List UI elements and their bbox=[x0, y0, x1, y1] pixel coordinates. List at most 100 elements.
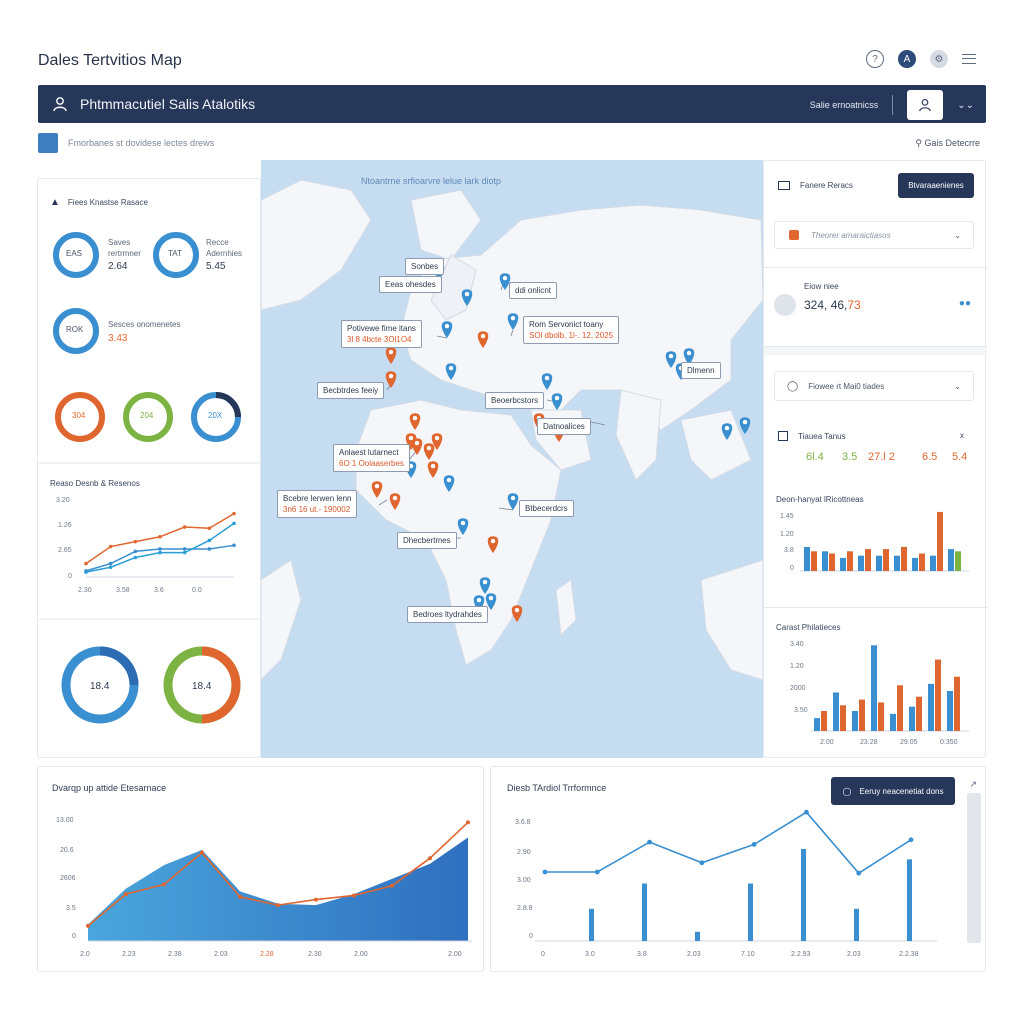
line-point bbox=[276, 903, 280, 908]
bar bbox=[907, 859, 912, 941]
area-chart-panel: Dvarqp up attide Etesarnace 13.00 20.6 2… bbox=[37, 766, 484, 972]
map-callout[interactable]: ddi onlicnt bbox=[509, 282, 558, 299]
callout-text: Dlmenn bbox=[687, 366, 715, 375]
breadcrumb: Fmorbanes st dovidese lectes drews bbox=[68, 138, 215, 148]
line-point bbox=[124, 892, 128, 897]
map-callout[interactable]: Dlmenn bbox=[681, 362, 721, 379]
line-point bbox=[158, 547, 162, 551]
bar bbox=[935, 659, 941, 731]
location-pin-dot bbox=[668, 353, 674, 359]
map-callout[interactable]: Bcebre lerwen lenn 3n6 16 ut.- 190002 bbox=[277, 490, 358, 518]
line-point bbox=[428, 856, 432, 861]
map-callout[interactable]: Potivewe fime itans 3l 8 4bcte 3Ol1O4 bbox=[341, 320, 422, 348]
right-charts bbox=[800, 511, 969, 732]
callout-sub: 6O 1 Oolaaserbes bbox=[339, 459, 404, 468]
search-link[interactable]: ⚲ Gais Detecrre bbox=[915, 138, 980, 149]
bar bbox=[833, 692, 839, 731]
kpi-rings bbox=[38, 232, 262, 724]
bar bbox=[821, 711, 827, 731]
ring-center: TAT bbox=[168, 249, 182, 258]
line-point bbox=[133, 555, 138, 560]
line-point bbox=[133, 539, 138, 544]
avatar[interactable] bbox=[907, 90, 944, 120]
line-point bbox=[158, 550, 162, 555]
map-callout[interactable]: Dhecbertmes bbox=[397, 532, 457, 549]
menu-icon[interactable] bbox=[962, 54, 976, 64]
x-tick: 0.0 bbox=[192, 587, 202, 594]
bar bbox=[954, 676, 960, 731]
world-map[interactable]: Ntoantrne srfioarvre lelue lark diotp So… bbox=[261, 160, 763, 758]
map-callout[interactable]: Beoerbcstors bbox=[485, 392, 545, 409]
map-callout[interactable]: Btbecerdcrs bbox=[519, 500, 574, 517]
region-madagascar bbox=[555, 579, 577, 637]
location-pin-dot bbox=[374, 483, 380, 489]
callout-text: Bcebre lerwen lenn bbox=[283, 494, 352, 503]
location-pin-dot bbox=[430, 463, 436, 469]
help-icon[interactable]: ? bbox=[866, 50, 884, 68]
location-pin-dot bbox=[510, 495, 516, 501]
map-callout[interactable]: Rom Servonict toany SOl dbolb. 1l-. 12, … bbox=[523, 316, 620, 344]
account-icon[interactable]: A bbox=[898, 50, 916, 68]
nav-link[interactable]: Salie ernoatnicss bbox=[810, 100, 879, 110]
search-label: Gais Detecrre bbox=[924, 137, 980, 148]
line-point bbox=[352, 893, 356, 898]
settings-icon[interactable]: ⚙ bbox=[930, 50, 948, 68]
combo-chart bbox=[535, 809, 937, 942]
callout-text: Anlaest lutarnect bbox=[339, 448, 399, 457]
map-callout[interactable]: Becbtrdes feeiy bbox=[317, 382, 385, 399]
bar bbox=[854, 908, 859, 941]
ring-label: Recce Adernhies bbox=[206, 238, 243, 258]
location-pin-dot bbox=[388, 373, 394, 379]
ring-value: 2.64 bbox=[108, 261, 128, 272]
bar bbox=[876, 555, 882, 571]
user-icon[interactable] bbox=[52, 96, 68, 112]
continent-australia bbox=[700, 559, 763, 681]
bar bbox=[919, 553, 925, 571]
location-pin-dot bbox=[464, 291, 470, 297]
callout-text: ddi onlicnt bbox=[515, 286, 552, 295]
line-point bbox=[207, 547, 212, 551]
bar bbox=[840, 705, 846, 731]
ring-label: Sesces onomenetes bbox=[108, 320, 181, 329]
location-pin-dot bbox=[686, 350, 692, 356]
line-point bbox=[751, 842, 757, 847]
x-tick: 3.6 bbox=[154, 587, 164, 594]
bar bbox=[948, 549, 954, 571]
line-point bbox=[238, 894, 242, 899]
bar bbox=[748, 883, 753, 941]
callout-sub: 3n6 16 ut.- 190002 bbox=[283, 505, 351, 514]
line-point bbox=[84, 570, 88, 574]
line-point bbox=[207, 526, 212, 531]
line-point bbox=[699, 860, 705, 866]
location-pin-icon bbox=[511, 605, 523, 622]
line-series bbox=[545, 811, 912, 875]
continent-africa bbox=[355, 399, 562, 666]
donut-value: 18.4 bbox=[90, 681, 110, 692]
bar bbox=[814, 718, 820, 731]
map-callout[interactable]: Sonbes bbox=[405, 258, 445, 275]
line-point bbox=[232, 511, 236, 516]
callout-text: Bedroes ltydrahdes bbox=[413, 610, 482, 619]
location-pin-dot bbox=[480, 333, 486, 339]
map-callout[interactable]: Eeas ohesdes bbox=[379, 276, 442, 293]
top-toolbar: ? A ⚙ bbox=[866, 50, 976, 68]
location-pin-dot bbox=[482, 579, 488, 585]
ring-value: 3.43 bbox=[108, 333, 128, 344]
line-point bbox=[200, 850, 204, 855]
map-callout[interactable]: Anlaest lutarnect 6O 1 Oolaaserbes bbox=[333, 444, 410, 472]
line-point bbox=[108, 544, 113, 549]
line-point bbox=[158, 534, 162, 539]
combo-series bbox=[535, 809, 937, 942]
map-callout[interactable]: Datnoalices bbox=[537, 418, 591, 435]
callout-text: Potivewe fime itans bbox=[347, 324, 416, 333]
chevron-down-icon[interactable]: ⌄⌄ bbox=[957, 100, 974, 111]
location-pin-dot bbox=[388, 349, 394, 355]
bar bbox=[822, 551, 828, 571]
map-callout[interactable]: Bedroes ltydrahdes bbox=[407, 606, 488, 623]
bar bbox=[901, 546, 907, 571]
location-pin-dot bbox=[514, 607, 520, 613]
navbar: Phtmmacutiel Salis Atalotiks Salie ernoa… bbox=[38, 85, 986, 123]
bar bbox=[890, 713, 896, 731]
home-icon[interactable] bbox=[38, 133, 58, 153]
bar bbox=[865, 549, 871, 571]
